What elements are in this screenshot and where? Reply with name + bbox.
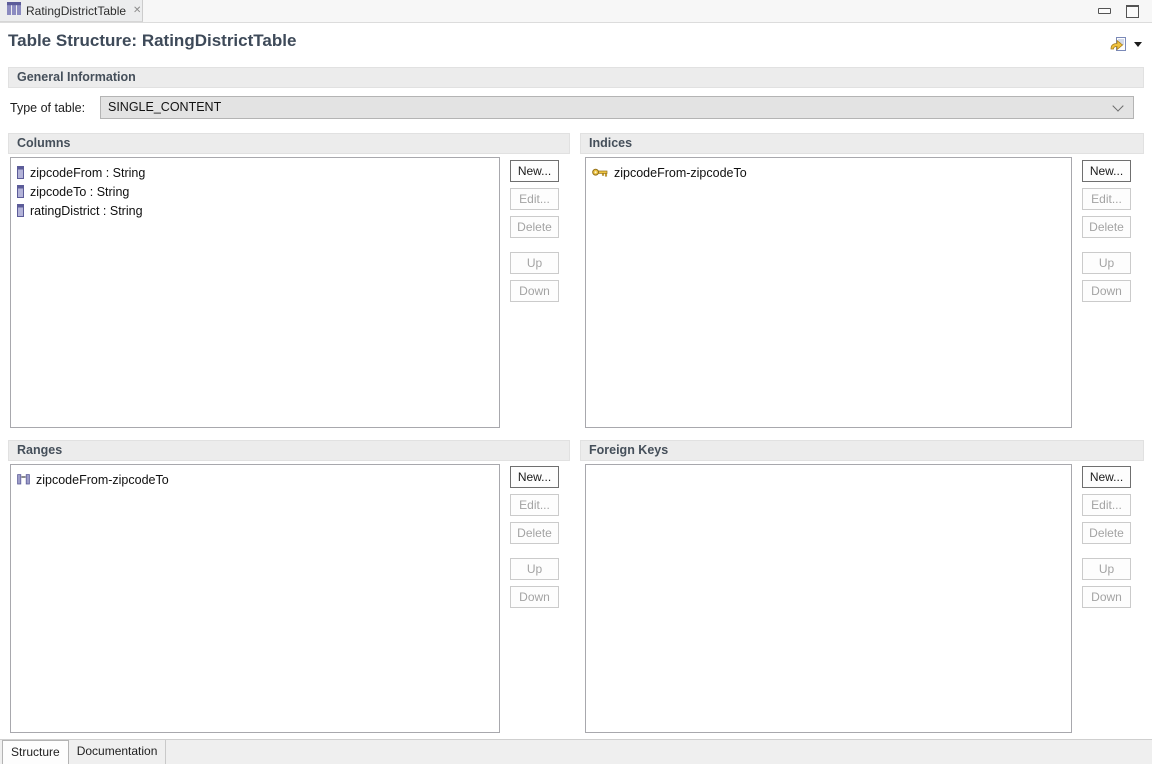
range-icon [17, 473, 30, 486]
type-of-table-select[interactable]: SINGLE_CONTENT [100, 96, 1134, 119]
type-of-table-value: SINGLE_CONTENT [108, 100, 221, 114]
indices-list[interactable]: zipcodeFrom-zipcodeTo [585, 157, 1072, 428]
view-window-controls [1098, 4, 1139, 18]
tab-structure[interactable]: Structure [2, 740, 69, 764]
indices-down-button[interactable]: Down [1082, 280, 1131, 302]
general-information-header: General Information [8, 67, 1144, 88]
table-structure-editor: RatingDistrictTable ✕ Table Structure: R… [0, 0, 1152, 764]
columns-list[interactable]: zipcodeFrom : String zipcodeTo : String … [10, 157, 500, 428]
list-item[interactable]: zipcodeFrom-zipcodeTo [586, 163, 1071, 182]
list-item[interactable]: zipcodeFrom-zipcodeTo [11, 470, 499, 489]
columns-up-button[interactable]: Up [510, 252, 559, 274]
ranges-button-stack: New... Edit... Delete Up Down [510, 466, 559, 608]
indices-button-stack: New... Edit... Delete Up Down [1082, 160, 1131, 302]
range-item-label: zipcodeFrom-zipcodeTo [36, 473, 169, 487]
ranges-down-button[interactable]: Down [510, 586, 559, 608]
column-item-label: zipcodeFrom : String [30, 166, 145, 180]
editor-tab-ratingdistricttable[interactable]: RatingDistrictTable ✕ [0, 0, 143, 22]
columns-down-button[interactable]: Down [510, 280, 559, 302]
columns-edit-button[interactable]: Edit... [510, 188, 559, 210]
list-item[interactable]: zipcodeTo : String [11, 182, 499, 201]
ranges-section-header: Ranges [8, 440, 570, 461]
ranges-delete-button[interactable]: Delete [510, 522, 559, 544]
foreign-keys-new-button[interactable]: New... [1082, 466, 1131, 488]
key-icon [592, 168, 608, 177]
indices-delete-button[interactable]: Delete [1082, 216, 1131, 238]
list-item[interactable]: ratingDistrict : String [11, 201, 499, 220]
close-icon[interactable]: ✕ [133, 6, 141, 16]
editor-tab-label: RatingDistrictTable [26, 4, 126, 18]
foreign-keys-list[interactable] [585, 464, 1072, 733]
column-icon [17, 204, 24, 217]
type-of-table-label: Type of table: [10, 101, 85, 115]
columns-new-button[interactable]: New... [510, 160, 559, 182]
columns-delete-button[interactable]: Delete [510, 216, 559, 238]
indices-section-header: Indices [580, 133, 1144, 154]
tab-documentation[interactable]: Documentation [69, 740, 167, 764]
indices-new-button[interactable]: New... [1082, 160, 1131, 182]
form-header-toolbar [1110, 36, 1142, 52]
foreign-keys-edit-button[interactable]: Edit... [1082, 494, 1131, 516]
indices-edit-button[interactable]: Edit... [1082, 188, 1131, 210]
chevron-down-icon[interactable] [1134, 42, 1142, 47]
foreign-keys-down-button[interactable]: Down [1082, 586, 1131, 608]
foreign-keys-button-stack: New... Edit... Delete Up Down [1082, 466, 1131, 608]
maximize-icon[interactable] [1126, 5, 1139, 18]
column-item-label: zipcodeTo : String [30, 185, 129, 199]
ranges-edit-button[interactable]: Edit... [510, 494, 559, 516]
column-item-label: ratingDistrict : String [30, 204, 143, 218]
foreign-keys-section-header: Foreign Keys [580, 440, 1144, 461]
foreign-keys-up-button[interactable]: Up [1082, 558, 1131, 580]
ranges-list[interactable]: zipcodeFrom-zipcodeTo [10, 464, 500, 733]
chevron-down-icon [1112, 100, 1123, 111]
foreign-keys-delete-button[interactable]: Delete [1082, 522, 1131, 544]
view-menu-icon[interactable] [1110, 36, 1127, 52]
minimize-icon[interactable] [1098, 8, 1111, 14]
editor-page-tab-bar: Structure Documentation [0, 739, 1152, 764]
columns-section-header: Columns [8, 133, 570, 154]
index-item-label: zipcodeFrom-zipcodeTo [614, 166, 747, 180]
indices-up-button[interactable]: Up [1082, 252, 1131, 274]
column-icon [17, 185, 24, 198]
editor-tab-bar: RatingDistrictTable ✕ [0, 0, 1152, 23]
table-icon [7, 2, 21, 20]
ranges-new-button[interactable]: New... [510, 466, 559, 488]
page-title: Table Structure: RatingDistrictTable [8, 31, 296, 51]
ranges-up-button[interactable]: Up [510, 558, 559, 580]
list-item[interactable]: zipcodeFrom : String [11, 163, 499, 182]
columns-button-stack: New... Edit... Delete Up Down [510, 160, 559, 302]
column-icon [17, 166, 24, 179]
